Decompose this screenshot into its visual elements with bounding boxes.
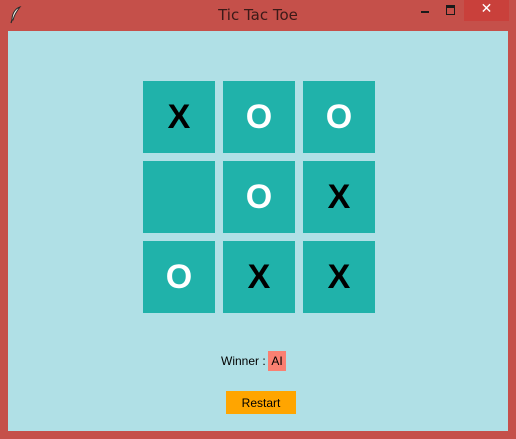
board-cell-0-2[interactable]: O [303, 81, 375, 153]
title-bar[interactable]: Tic Tac Toe ✕ [0, 0, 516, 31]
winner-value: AI [268, 351, 286, 371]
maximize-button[interactable] [438, 0, 464, 21]
app-window: Tic Tac Toe ✕ X O O O X O X X Winner : A… [0, 0, 516, 439]
minimize-button[interactable] [412, 0, 438, 21]
board-cell-2-1[interactable]: X [223, 241, 295, 313]
close-button[interactable]: ✕ [464, 0, 509, 21]
board-cell-0-0[interactable]: X [143, 81, 215, 153]
game-area: X O O O X O X X Winner : AI Restart [8, 31, 508, 431]
board-cell-2-0[interactable]: O [143, 241, 215, 313]
board-cell-1-0[interactable] [143, 161, 215, 233]
board-cell-2-2[interactable]: X [303, 241, 375, 313]
board-cell-1-1[interactable]: O [223, 161, 295, 233]
board-cell-0-1[interactable]: O [223, 81, 295, 153]
winner-label: Winner : [221, 354, 266, 368]
close-icon: ✕ [480, 1, 493, 17]
maximize-icon [446, 5, 455, 15]
board-cell-1-2[interactable]: X [303, 161, 375, 233]
restart-button[interactable]: Restart [226, 391, 296, 414]
minimize-icon [421, 11, 429, 13]
